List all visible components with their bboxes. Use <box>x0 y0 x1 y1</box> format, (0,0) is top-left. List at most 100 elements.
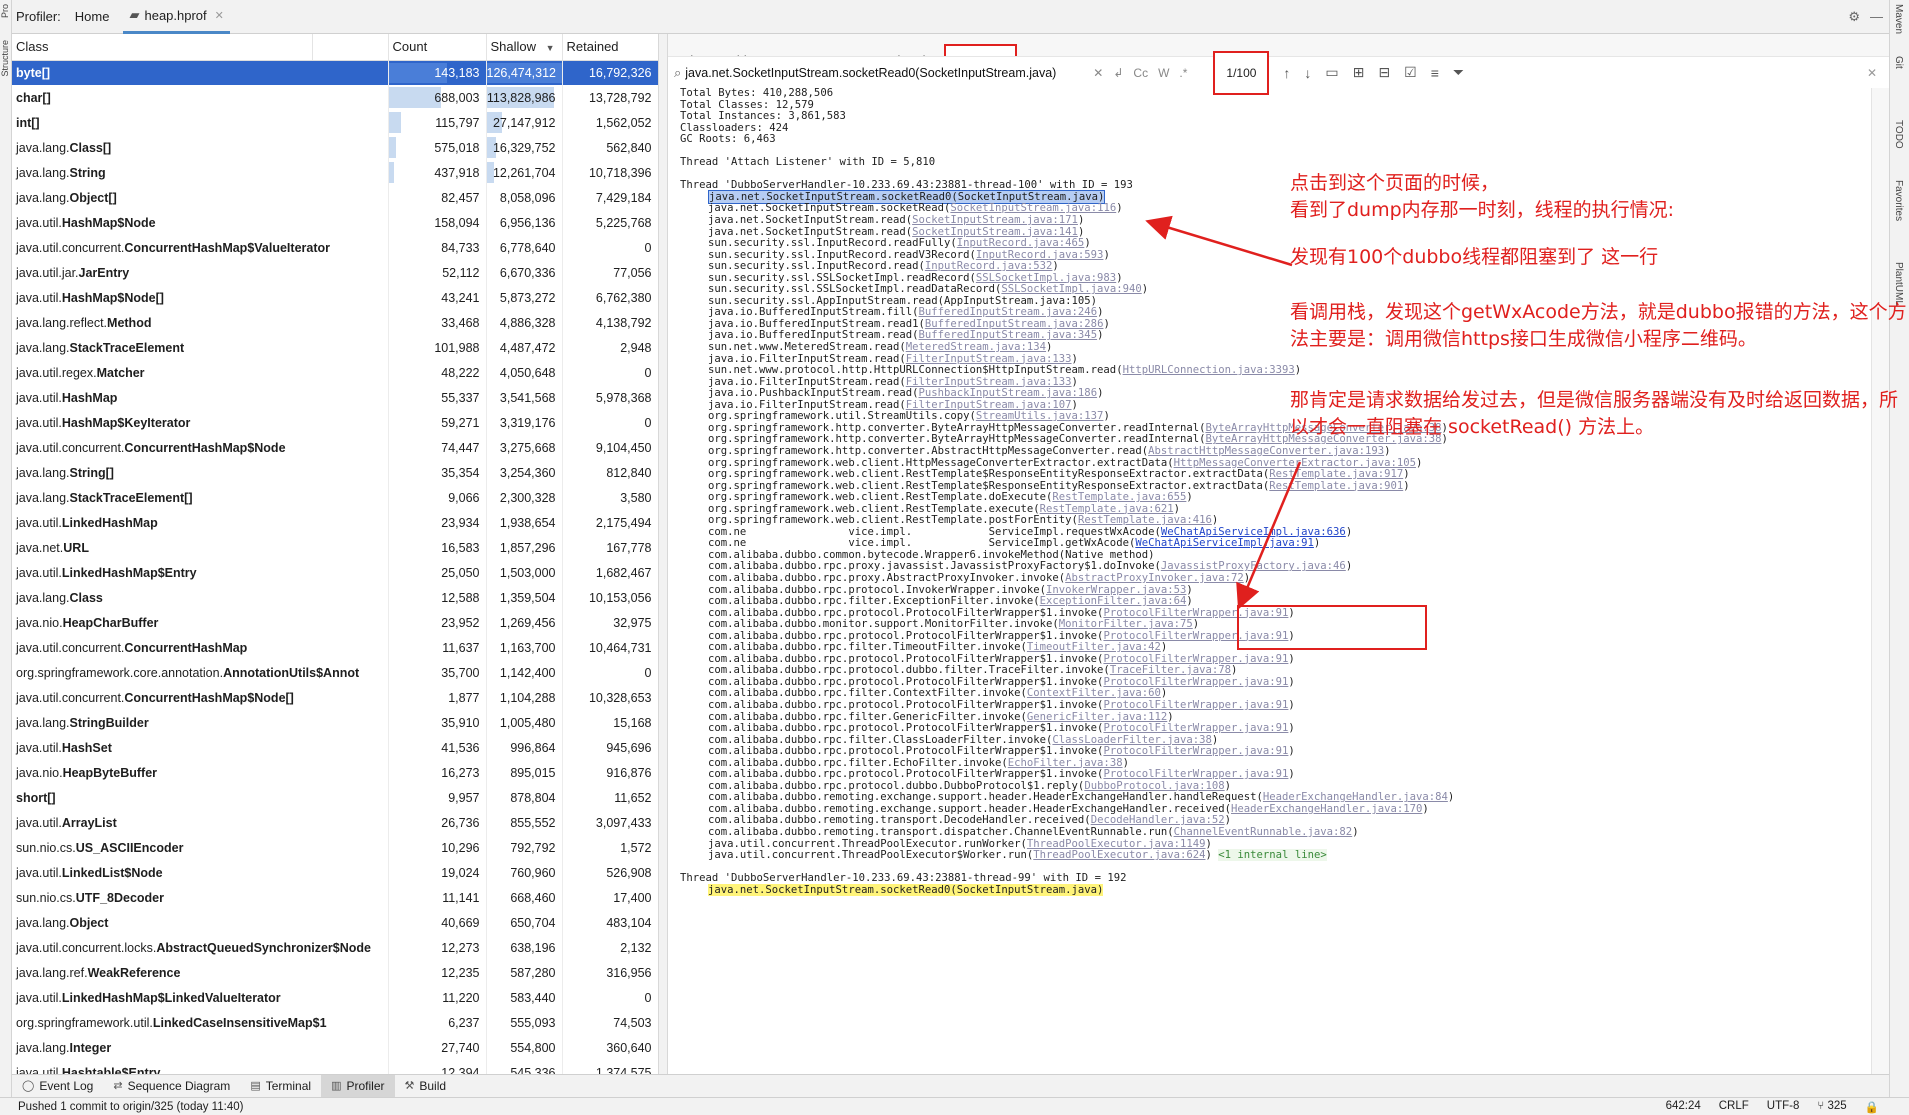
source-link[interactable]: InputRecord.java:465 <box>957 237 1085 249</box>
source-link[interactable]: ProtocolFilterWrapper.java:91 <box>1103 768 1288 780</box>
table-row[interactable]: java.lang.StackTraceElement[] 9,066 2,300,… <box>12 485 658 510</box>
table-row[interactable]: java.util.LinkedHashMap$Entry 25,050 1,503… <box>12 560 658 585</box>
regex-toggle[interactable]: .* <box>1179 66 1187 80</box>
source-link[interactable]: GenericFilter.java:112 <box>1027 711 1167 723</box>
source-link[interactable]: ExceptionFilter.java:64 <box>1040 595 1187 607</box>
table-row[interactable]: java.lang.Object 40,669 650,704 483,104 <box>12 910 658 935</box>
status-message[interactable]: Pushed 1 commit to origin/325 (today 11:… <box>18 1101 243 1113</box>
source-link[interactable]: FilterInputStream.java:133 <box>906 353 1072 365</box>
source-link[interactable]: WeChatApiServiceImpl.java:91 <box>1135 537 1314 550</box>
source-link[interactable]: RestTemplate.java:416 <box>1078 514 1212 526</box>
table-row[interactable]: java.nio.HeapByteBuffer 16,273 895,015 916,… <box>12 760 658 785</box>
source-link[interactable]: BufferedInputStream.java:246 <box>918 306 1097 319</box>
source-link[interactable]: BufferedInputStream.java:286 <box>925 318 1104 330</box>
source-link[interactable]: SocketInputStream.java:171 <box>912 214 1078 226</box>
table-row[interactable]: java.lang.Class[] 575,018 16,329,752 562,84… <box>12 135 658 160</box>
source-link[interactable]: SocketInputStream.java:141 <box>912 226 1078 238</box>
table-row[interactable]: java.lang.Object[] 82,457 8,058,096 7,429,1… <box>12 185 658 210</box>
table-row[interactable]: java.util.regex.Matcher 48,222 4,050,648 0 <box>12 360 658 385</box>
heap-file-tab[interactable]: ▰ heap.hprof ✕ <box>123 0 230 34</box>
table-row[interactable]: java.util.Hashtable$Entry 12,394 545,336 1,… <box>12 1060 658 1074</box>
table-row[interactable]: java.util.HashMap$Node 158,094 6,956,136 5,… <box>12 210 658 235</box>
source-link[interactable]: InputRecord.java:593 <box>976 249 1104 261</box>
source-link[interactable]: RestTemplate.java:917 <box>1269 468 1403 480</box>
history-icon[interactable]: ↲ <box>1113 66 1123 80</box>
table-row[interactable]: java.util.jar.JarEntry 52,112 6,670,336 77,… <box>12 260 658 285</box>
table-row[interactable]: java.util.ArrayList 26,736 855,552 3,097,43… <box>12 810 658 835</box>
source-link[interactable]: ProtocolFilterWrapper.java:91 <box>1103 653 1288 665</box>
source-link[interactable]: InvokerWrapper.java:53 <box>1046 584 1186 596</box>
filter-options-icon[interactable]: ≡ <box>1431 65 1439 81</box>
table-row[interactable]: java.lang.ref.WeakReference 12,235 587,280… <box>12 960 658 985</box>
table-row[interactable]: java.net.URL 16,583 1,857,296 167,778 <box>12 535 658 560</box>
table-row[interactable]: java.util.LinkedList$Node 19,024 760,960 52… <box>12 860 658 885</box>
line-separator[interactable]: CRLF <box>1719 1100 1749 1114</box>
whole-words-toggle[interactable]: W <box>1158 66 1169 80</box>
table-row[interactable]: int[] 115,797 27,147,912 1,562,052 <box>12 110 658 135</box>
close-icon[interactable]: ✕ <box>215 9 224 22</box>
source-link[interactable]: ContextFilter.java:60 <box>1027 687 1161 700</box>
source-link[interactable]: JavassistProxyFactory.java:46 <box>1161 560 1346 573</box>
table-row[interactable]: org.springframework.util.LinkedCaseInsen… <box>12 1010 658 1035</box>
source-link[interactable]: HeaderExchangeHandler.java:84 <box>1263 791 1448 804</box>
source-link[interactable]: ProtocolFilterWrapper.java:91 <box>1103 630 1288 642</box>
source-link[interactable]: SocketInputStream.java:116 <box>950 202 1116 215</box>
table-row[interactable]: byte[] 143,183 126,474,312 16,792,326 <box>12 60 658 85</box>
lock-icon[interactable]: 🔒 <box>1865 1100 1879 1114</box>
table-row[interactable]: java.util.concurrent.ConcurrentHashMap$N… <box>12 435 658 460</box>
source-link[interactable]: SSLSocketImpl.java:940 <box>1001 283 1141 296</box>
source-link[interactable]: EchoFilter.java:38 <box>1008 757 1123 769</box>
table-row[interactable]: short[] 9,957 878,804 11,652 <box>12 785 658 810</box>
left-strip-label-profiler[interactable]: Pro <box>0 4 12 18</box>
table-row[interactable]: java.util.concurrent.ConcurrentHashMap$N… <box>12 685 658 710</box>
source-link[interactable]: ProtocolFilterWrapper.java:91 <box>1103 699 1288 711</box>
source-link[interactable]: RestTemplate.java:901 <box>1269 480 1403 492</box>
table-row[interactable]: java.util.HashMap$Node[] 43,241 5,873,272 6… <box>12 285 658 310</box>
table-row[interactable]: java.lang.Integer 27,740 554,800 360,640 <box>12 1035 658 1060</box>
table-row[interactable]: java.lang.StringBuilder 35,910 1,005,480 15… <box>12 710 658 735</box>
table-row[interactable]: java.lang.String[] 35,354 3,254,360 812,840 <box>12 460 658 485</box>
source-link[interactable]: StreamUtils.java:137 <box>976 410 1104 423</box>
previous-match-icon[interactable]: ↑ <box>1283 65 1290 81</box>
source-link[interactable]: ProtocolFilterWrapper.java:91 <box>1103 745 1288 757</box>
source-link[interactable]: FilterInputStream.java:107 <box>906 399 1072 411</box>
left-strip-label-structure[interactable]: Structure <box>0 40 12 77</box>
git-branch[interactable]: ⑂ 325 <box>1817 1100 1846 1114</box>
source-link[interactable]: DecodeHandler.java:52 <box>1091 814 1225 827</box>
table-row[interactable]: java.lang.StackTraceElement 101,988 4,487,… <box>12 335 658 360</box>
source-link[interactable]: InputRecord.java:532 <box>925 260 1053 272</box>
table-row[interactable]: java.lang.reflect.Method 33,468 4,886,328 4… <box>12 310 658 335</box>
remove-occurrence-icon[interactable]: ⊟ <box>1378 64 1390 81</box>
source-link[interactable]: DubboProtocol.java:108 <box>1084 780 1224 792</box>
select-all-occurrences-icon[interactable]: ☑ <box>1404 64 1417 81</box>
column-header-count[interactable]: Count <box>388 34 487 61</box>
panel-splitter[interactable] <box>658 34 668 1074</box>
file-encoding[interactable]: UTF-8 <box>1767 1100 1800 1114</box>
table-row[interactable]: java.nio.HeapCharBuffer 23,952 1,269,456 32… <box>12 610 658 635</box>
source-link[interactable]: HttpURLConnection.java:3393 <box>1123 364 1295 376</box>
match-case-toggle[interactable]: Cc <box>1133 66 1148 80</box>
table-row[interactable]: java.util.HashMap 55,337 3,541,568 5,978,36… <box>12 385 658 410</box>
add-occurrence-icon[interactable]: ⊞ <box>1353 64 1365 81</box>
table-row[interactable]: java.util.LinkedHashMap$LinkedValueItera… <box>12 985 658 1010</box>
tool-tab-build[interactable]: ⚒ Build <box>395 1075 457 1098</box>
table-row[interactable]: java.lang.String 437,918 12,261,704 10,718,… <box>12 160 658 185</box>
right-strip-label-todo[interactable]: TODO <box>1893 120 1904 149</box>
source-link[interactable]: BufferedInputStream.java:345 <box>918 329 1097 342</box>
table-row[interactable]: java.util.HashMap$KeyIterator 59,271 3,319… <box>12 410 658 435</box>
tool-tab-sequence-diagram[interactable]: ⇄ Sequence Diagram <box>103 1075 240 1098</box>
settings-icon[interactable]: ⚙ <box>1848 9 1860 25</box>
source-link[interactable]: FilterInputStream.java:133 <box>906 376 1072 388</box>
next-match-icon[interactable]: ↓ <box>1304 65 1311 81</box>
source-link[interactable]: RestTemplate.java:655 <box>1052 491 1186 503</box>
table-row[interactable]: sun.nio.cs.US_ASCIIEncoder 10,296 792,792 1… <box>12 835 658 860</box>
column-header-retained[interactable]: Retained <box>562 34 658 61</box>
minimize-icon[interactable]: — <box>1870 9 1883 25</box>
clear-search-icon[interactable]: ✕ <box>1093 66 1103 80</box>
source-link[interactable]: WeChatApiServiceImpl.java:636 <box>1161 526 1346 538</box>
close-search-icon[interactable]: ✕ <box>1867 66 1877 80</box>
source-link[interactable]: ProtocolFilterWrapper.java:91 <box>1103 607 1288 619</box>
filter-icon[interactable]: ⏷ <box>1453 64 1464 81</box>
source-link[interactable]: ClassLoaderFilter.java:38 <box>1052 734 1211 746</box>
column-header-shallow[interactable]: Shallow ▼ <box>486 34 563 61</box>
